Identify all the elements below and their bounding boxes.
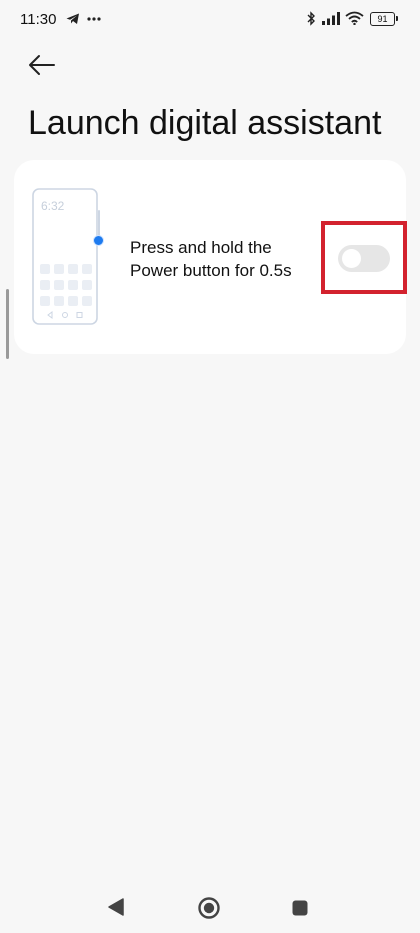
status-bar: 11:30 91 [0, 0, 420, 38]
battery-icon: 91 [370, 12, 395, 26]
option-text-line-2: Power button for 0.5s [130, 261, 292, 280]
wifi-icon [345, 11, 364, 25]
phone-illustration: 6:32 [32, 188, 100, 325]
back-triangle-icon[interactable] [107, 897, 125, 917]
page-title: Launch digital assistant [28, 104, 382, 142]
back-button[interactable] [24, 48, 62, 82]
recents-square-icon[interactable] [291, 899, 309, 917]
battery-level: 91 [377, 14, 388, 24]
more-dots-icon [87, 17, 101, 21]
highlight-box [321, 221, 407, 294]
telegram-icon [66, 13, 79, 24]
arrow-left-icon [29, 55, 55, 75]
bluetooth-icon [307, 11, 315, 26]
status-time: 11:30 [20, 11, 57, 28]
option-description: Press and hold the Power button for 0.5s [130, 236, 330, 282]
battery-tip [396, 16, 398, 21]
illustration-time: 6:32 [41, 199, 65, 213]
power-button-indicator [93, 235, 104, 246]
scroll-indicator [6, 289, 9, 359]
option-text-line-1: Press and hold the [130, 238, 272, 257]
home-circle-icon[interactable] [197, 896, 221, 920]
navigation-bar [0, 880, 420, 933]
signal-icon [322, 12, 340, 25]
